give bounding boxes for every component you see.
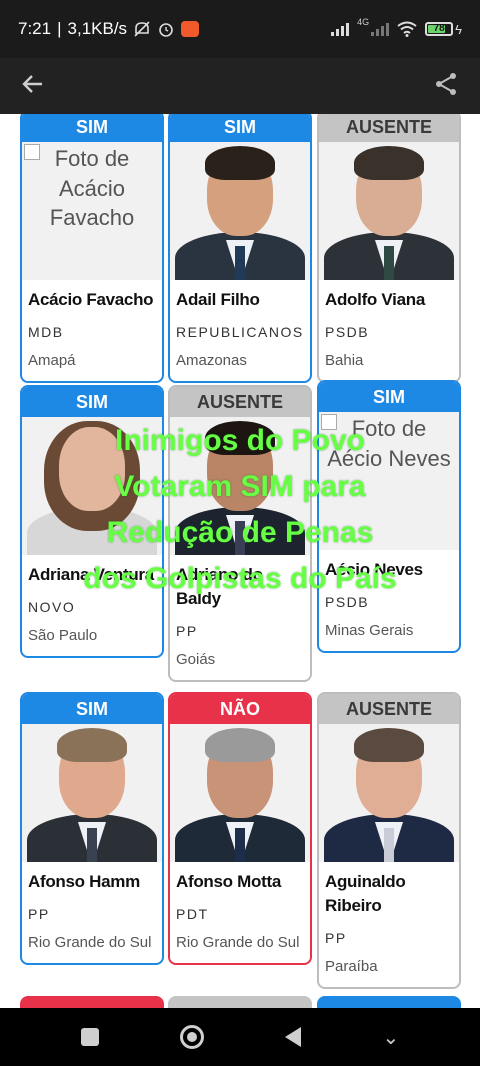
vote-badge: AUSENTE [170,387,310,417]
clock: 7:21 [18,19,52,38]
deputy-party: PSDB [325,323,370,340]
system-nav-bar: ⌄ [0,1008,480,1066]
overlay-line: Inimigos do Povo [114,424,365,457]
deputy-photo: Foto de Acácio Favacho [22,142,162,280]
app-bar [0,58,480,114]
vote-badge: NÃO [170,694,310,724]
deputy-party: PP [28,905,50,922]
vote-badge: AUSENTE [319,694,459,724]
screen: 7:21 | 3,1KB/s 4G 78 ϟ SIM Foto de Acáci… [0,0,480,1066]
network-type: 4G [357,17,370,27]
mute-icon [134,21,150,37]
deputy-photo [170,142,310,280]
signal-2-icon [371,22,390,36]
charging-icon: ϟ [455,21,462,37]
deputy-party: PDT [176,905,209,922]
deputy-party: REPUBLICANOS [176,323,304,340]
deputy-card[interactable]: AUSENTE Adolfo Viana PSDB Bahia [317,114,461,383]
status-left: 7:21 | 3,1KB/s [18,19,200,39]
deputy-photo [319,724,459,862]
deputy-state: Amazonas [176,351,247,369]
separator: | [57,19,62,38]
deputy-party: MDB [28,323,64,340]
deputy-state: Rio Grande do Sul [176,933,300,951]
battery-level: 78 [433,23,445,34]
deputy-card[interactable]: SIM Afonso Hamm PP Rio Grande do Sul [20,692,164,965]
overlay-line: dos Golpistas do País [83,562,397,595]
back-icon[interactable] [285,1027,302,1047]
deputy-photo [319,142,459,280]
recents-icon[interactable] [80,1028,99,1046]
deputy-state: São Paulo [28,626,98,644]
hide-nav-icon[interactable]: ⌄ [383,1025,400,1050]
vote-badge: SIM [22,387,162,417]
vote-badge: SIM [22,114,162,142]
deputy-card[interactable]: NÃO Afonso Motta PDT Rio Grande do Sul [168,692,312,965]
vote-badge: SIM [22,694,162,724]
deputy-name: Adail Filho [176,290,260,309]
vote-badge: SIM [319,382,459,412]
deputy-card[interactable]: SIM Adail Filho REPUBLICANOS Amazonas [168,114,312,383]
deputy-state: Paraíba [325,957,378,975]
back-arrow-icon[interactable] [22,73,44,99]
vote-badge: SIM [170,114,310,142]
deputy-state: Minas Gerais [325,621,414,639]
deputy-state: Amapá [28,351,76,369]
deputy-state: Goiás [176,650,216,668]
deputy-name: Afonso Motta [176,872,281,891]
deputy-party: PP [176,622,198,639]
photo-alt-text: Foto de Acácio Favacho [49,146,135,231]
share-icon[interactable] [434,72,458,101]
overlay-caption: Inimigos do Povo Votaram SIM para Reduçã… [0,418,480,602]
deputy-name: Aguinaldo Ribeiro [325,872,406,915]
deputy-state: Bahia [325,351,364,369]
deputy-name: Afonso Hamm [28,872,140,891]
overlay-line: Redução de Penas [106,516,374,549]
signal-icon [331,22,350,36]
status-bar: 7:21 | 3,1KB/s 4G 78 ϟ [0,0,480,58]
wifi-icon [397,21,417,37]
overlay-line: Votaram SIM para [114,470,366,503]
deputy-card[interactable]: SIM Foto de Acácio Favacho Acácio Favach… [20,114,164,383]
vote-badge: AUSENTE [319,114,459,142]
deputy-photo [22,724,162,862]
net-speed: 3,1KB/s [67,19,128,38]
app-notification-icon [181,21,200,37]
deputy-card[interactable]: AUSENTE Aguinaldo Ribeiro PP Paraíba [317,692,461,989]
deputy-state: Rio Grande do Sul [28,933,152,951]
deputy-party: PP [325,929,347,946]
deputy-name: Adolfo Viana [325,290,425,309]
battery-icon: 78 ϟ [425,22,462,37]
deputy-photo [170,724,310,862]
home-icon[interactable] [179,1025,204,1049]
alarm-icon [159,23,173,37]
status-right: 4G 78 ϟ [331,17,462,37]
deputy-name: Acácio Favacho [28,290,154,309]
